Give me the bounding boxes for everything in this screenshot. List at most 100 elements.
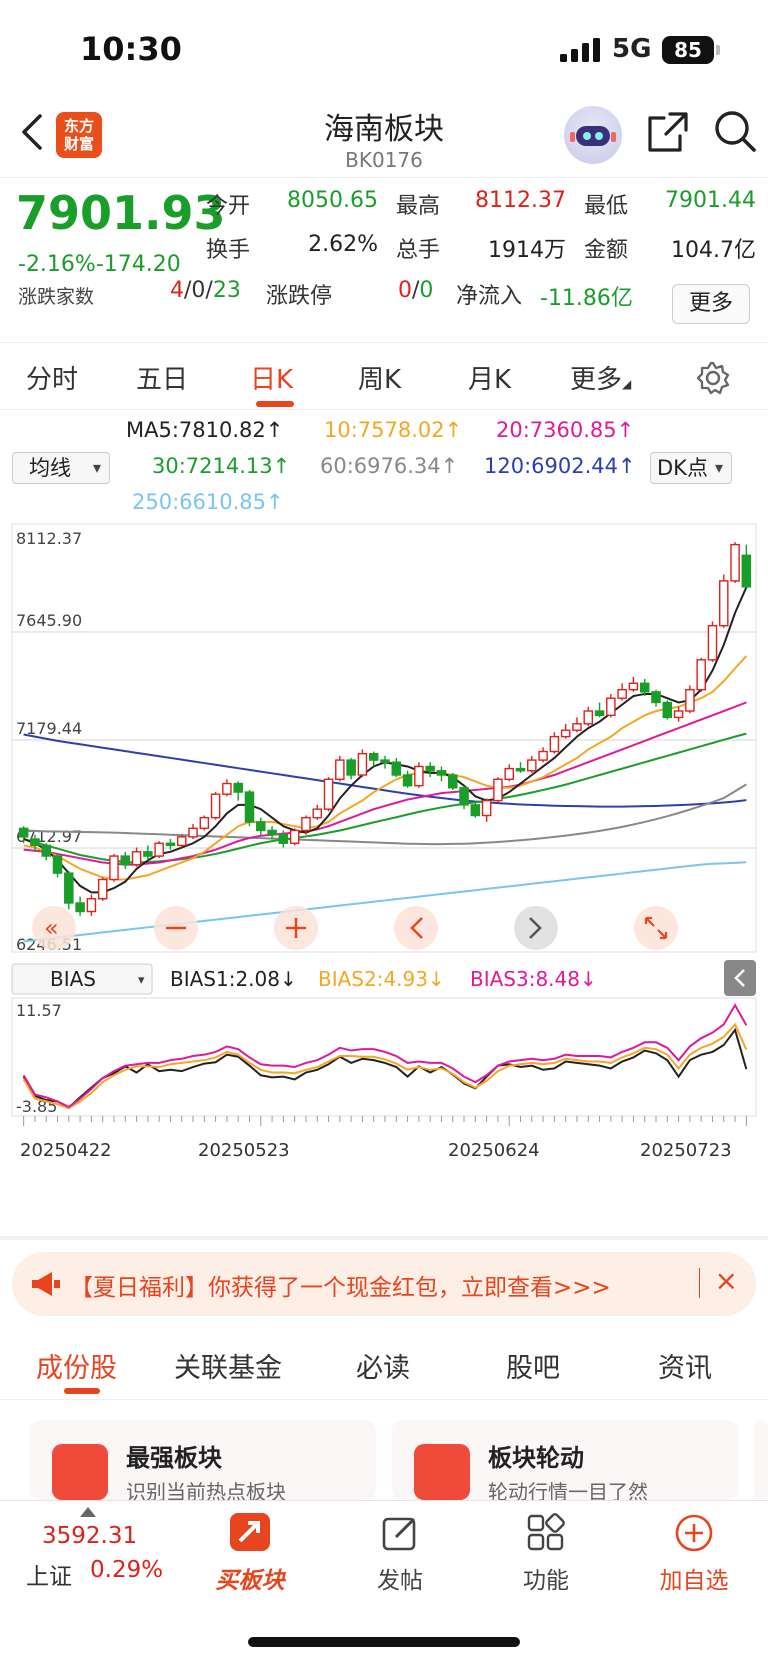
card-strongest-sector[interactable]: 最强板块 识别当前热点板块 <box>30 1420 376 1504</box>
rotation-card-icon <box>414 1444 470 1500</box>
candle <box>346 757 356 780</box>
candle <box>696 657 706 692</box>
candle <box>414 762 424 788</box>
candle <box>244 789 255 827</box>
tab-functions[interactable]: 功能 <box>506 1561 586 1595</box>
ma10-label: 10:7578.02↑ <box>324 418 463 442</box>
tab-weekly-k[interactable]: 周K <box>358 359 401 396</box>
candle <box>481 798 492 822</box>
promo-banner[interactable]: 【夏日福利】你获得了一个现金红包，立即查看>>> × <box>12 1252 756 1316</box>
high-label: 最高 <box>396 194 441 219</box>
bias-ytick-label: 11.57 <box>16 1001 62 1020</box>
tab-forum[interactable]: 股吧 <box>506 1346 560 1385</box>
tab-buy-sector[interactable]: 买板块 <box>210 1561 290 1595</box>
buy-sector-icon[interactable] <box>226 1509 274 1555</box>
zoom-out-button[interactable] <box>154 906 198 950</box>
tab-news[interactable]: 资讯 <box>658 1346 712 1385</box>
limit-up-count: 0 <box>398 278 412 303</box>
bias-lines <box>22 1003 748 1110</box>
bias-selector-label: BIAS <box>50 967 96 991</box>
more-button[interactable]: 更多 <box>672 284 750 324</box>
tab-constituents[interactable]: 成份股 <box>36 1346 117 1385</box>
open-label: 今开 <box>206 194 251 219</box>
dk-point-selector[interactable]: DK点 <box>650 452 732 484</box>
tab-more-period[interactable]: 更多◢ <box>570 359 631 396</box>
tab-intraday[interactable]: 分时 <box>26 359 78 396</box>
xtick-label: 20250624 <box>448 1140 540 1161</box>
updown-label: 涨跌家数 <box>18 286 95 308</box>
candle <box>199 815 210 831</box>
candle <box>188 824 198 840</box>
close-promo-button[interactable]: × <box>715 1264 738 1297</box>
candle <box>707 621 718 662</box>
index-value[interactable]: 3592.31 <box>42 1523 137 1549</box>
candle <box>493 777 503 803</box>
candle <box>335 755 345 782</box>
assistant-avatar-icon[interactable] <box>564 106 622 164</box>
fullscreen-icon[interactable] <box>634 906 678 950</box>
candle <box>606 693 616 718</box>
price-change: -2.16%-174.20 <box>18 252 181 277</box>
candle <box>120 851 131 869</box>
candle <box>651 689 661 707</box>
tab-must-read[interactable]: 必读 <box>356 1346 410 1385</box>
candle <box>210 792 221 820</box>
kline-chart[interactable]: 8112.37 7645.90 7179.44 6712.97 6246.51 … <box>0 520 768 1240</box>
ma120-line <box>23 733 747 808</box>
post-edit-icon[interactable] <box>380 1513 420 1553</box>
functions-grid-icon[interactable] <box>526 1513 566 1553</box>
flat-count: 0 <box>191 278 206 303</box>
zoom-in-button[interactable] <box>274 906 318 950</box>
bias-header: BIAS ▾ BIAS1:2.08↓ BIAS2:4.93↓ BIAS3:8.4… <box>11 960 756 996</box>
settings-gear-icon[interactable] <box>696 361 730 395</box>
tab-daily-k[interactable]: 日K <box>250 359 293 396</box>
candle <box>538 747 548 763</box>
share-icon[interactable] <box>646 110 690 154</box>
index-change-pct[interactable]: 0.29% <box>90 1557 163 1583</box>
candle <box>75 896 85 916</box>
card-peek <box>754 1420 768 1500</box>
scroll-far-left-button[interactable]: « <box>32 906 76 950</box>
tab-monthly-k[interactable]: 月K <box>468 359 511 396</box>
candle <box>222 779 232 797</box>
megaphone-icon <box>32 1272 60 1296</box>
promo-text: 【夏日福利】你获得了一个现金红包，立即查看>>> <box>70 1275 611 1301</box>
card-sector-rotation[interactable]: 板块轮动 轮动行情一目了然 <box>392 1420 738 1504</box>
candle <box>617 683 627 701</box>
status-time: 10:30 <box>80 30 182 68</box>
add-watchlist-icon[interactable] <box>674 1513 714 1553</box>
up-count: 4 <box>170 278 184 303</box>
xtick-label: 20250422 <box>20 1140 112 1161</box>
candle <box>402 770 413 788</box>
bias2-line <box>22 1022 748 1110</box>
caret-up-icon[interactable] <box>80 1507 96 1517</box>
svg-text:▾: ▾ <box>138 973 145 988</box>
amount-value: 104.7亿 <box>671 238 756 263</box>
turnover-label: 换手 <box>206 238 251 263</box>
scroll-right-button[interactable] <box>514 906 558 950</box>
candle <box>131 847 142 867</box>
network-type: 5G <box>612 34 652 64</box>
period-tabs: 分时 五日 日K 周K 月K 更多◢ <box>0 342 768 410</box>
ma5-label: MA5:7810.82↑ <box>126 418 284 442</box>
ma-selector[interactable]: 均线 <box>12 452 110 484</box>
low-value: 7901.44 <box>665 188 756 213</box>
search-icon[interactable] <box>712 108 758 154</box>
xtick-label: 20250523 <box>198 1140 290 1161</box>
scroll-left-button[interactable] <box>394 906 438 950</box>
candle <box>447 772 458 790</box>
ma250-label: 250:6610.85↑ <box>132 490 284 514</box>
collapse-panel-button[interactable] <box>724 960 756 996</box>
tab-post[interactable]: 发帖 <box>360 1561 440 1595</box>
index-name[interactable]: 上证 <box>26 1557 72 1591</box>
candle <box>41 843 51 861</box>
bottom-tab-bar: 3592.31 上证 0.29% 买板块 发帖 功能 加自选 <box>0 1500 768 1663</box>
candle <box>560 723 571 739</box>
high-value: 8112.37 <box>475 188 566 213</box>
ma30-label: 30:7214.13↑ <box>152 454 291 478</box>
tab-add-watchlist[interactable]: 加自选 <box>648 1561 740 1595</box>
candle <box>662 700 673 720</box>
bias1-label: BIAS1:2.08↓ <box>170 967 297 991</box>
tab-related-funds[interactable]: 关联基金 <box>174 1346 282 1385</box>
tab-five-day[interactable]: 五日 <box>136 359 188 396</box>
